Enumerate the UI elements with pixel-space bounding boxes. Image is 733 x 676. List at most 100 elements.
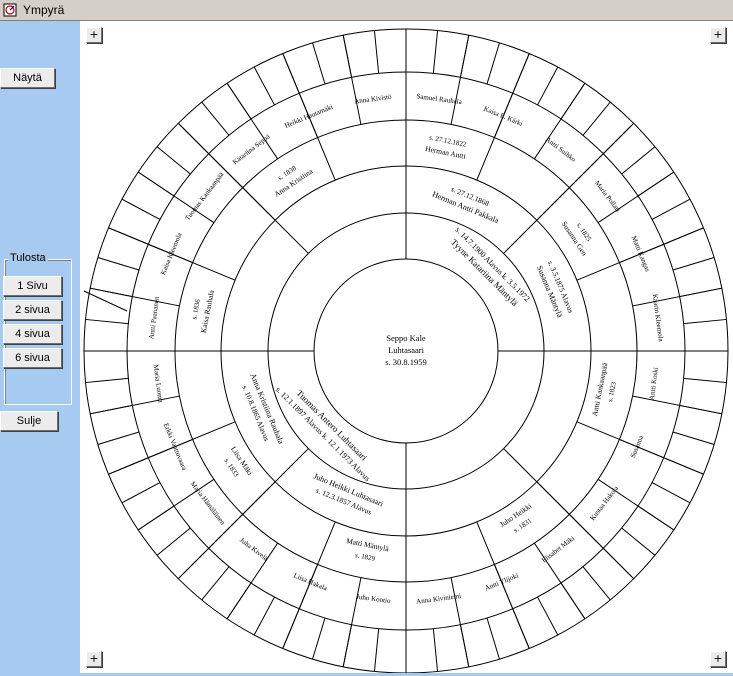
- spoke-line: [679, 287, 722, 298]
- person-name-label: Maria Pollari: [593, 179, 622, 213]
- spoke-line: [432, 30, 439, 74]
- print-1-page-button[interactable]: 1 Sivu: [3, 276, 62, 296]
- spoke-line: [156, 527, 191, 556]
- person-name-label: Katariina Seppä: [231, 132, 272, 166]
- spoke-line: [373, 30, 380, 74]
- spoke-line: [486, 42, 500, 85]
- show-button[interactable]: Näytä: [0, 68, 55, 88]
- person-name-label: Antti Paananen: [147, 296, 161, 340]
- root-person-label: Luhtasaari: [388, 345, 425, 355]
- print-6-pages-button[interactable]: 6 sivua: [3, 348, 62, 368]
- person-name-label: Susanna: [629, 434, 646, 459]
- person-name-label: Juha Kivelä: [238, 536, 270, 563]
- spoke-line: [253, 66, 275, 106]
- person-name-label: Anna Kivistö: [354, 93, 393, 106]
- root-person-label: Seppo Kale: [386, 333, 426, 343]
- print-group-label: Tulosta: [8, 252, 48, 264]
- spoke-line: [683, 377, 727, 384]
- person-name-label: Liisa Hakala: [292, 571, 329, 592]
- person-info-label: s. 1836: [190, 298, 202, 320]
- spoke-line: [602, 547, 635, 580]
- spoke-line: [97, 257, 140, 271]
- print-4-pages-button[interactable]: 4 sivua: [3, 324, 62, 344]
- spoke-line: [621, 146, 656, 175]
- person-name-label: Juho Kontio: [356, 593, 392, 605]
- person-name-label: Heikki Hautamäki: [283, 103, 334, 130]
- spoke-line: [512, 608, 530, 649]
- person-name-label: Kaarin Kleemola: [651, 294, 665, 344]
- person-name-label: Antti Ylijoki: [484, 571, 520, 592]
- person-name-label: Anna Kiviniemi: [416, 592, 462, 606]
- person-name-label: Matti Mäntylä: [345, 536, 390, 553]
- spoke-line: [226, 582, 252, 620]
- close-button[interactable]: Sulje: [0, 411, 58, 431]
- spoke-line: [201, 101, 230, 136]
- spoke-line: [459, 35, 470, 78]
- spoke-line: [312, 42, 326, 85]
- spoke-line: [459, 624, 470, 667]
- spoke-line: [108, 457, 149, 475]
- spoke-line: [177, 122, 210, 155]
- spoke-line: [560, 82, 586, 120]
- person-name-label: Antti Koski: [648, 367, 660, 401]
- spoke-line: [512, 53, 530, 94]
- person-name-label: Kaisa Kleemola: [159, 231, 184, 276]
- spoke-line: [85, 318, 129, 325]
- zoom-in-bottom-left-button[interactable]: +: [86, 651, 102, 667]
- person-info-label: s. 1829: [354, 551, 376, 563]
- spoke-line: [253, 596, 275, 636]
- person-name-label: Erkki Vaattovaara: [162, 422, 189, 472]
- spoke-line: [537, 596, 559, 636]
- spoke-line: [282, 608, 300, 649]
- spoke-line: [651, 198, 691, 220]
- spoke-line: [137, 171, 175, 197]
- spoke-line: [486, 617, 500, 660]
- person-name-label: Samuel Rauhala: [416, 92, 463, 106]
- spoke-line: [672, 257, 715, 271]
- window-titlebar: Ympyrä: [0, 0, 733, 21]
- spoke-line: [226, 82, 252, 120]
- root-person-label: s. 30.8.1959: [385, 357, 427, 367]
- spoke-line: [90, 404, 133, 415]
- zoom-in-top-left-button[interactable]: +: [86, 27, 102, 43]
- spoke-line: [683, 318, 727, 325]
- spoke-line: [282, 53, 300, 94]
- spoke-line: [137, 505, 175, 531]
- spoke-line: [637, 171, 675, 197]
- spoke-line: [602, 122, 635, 155]
- fan-chart: Tyyne Katariina Mäntyläs. 14.7.1900 Alav…: [83, 28, 729, 674]
- spoke-line: [156, 146, 191, 175]
- person-info-label: s. 1823: [606, 381, 618, 403]
- person-name-label: Maria Luoma: [152, 364, 165, 404]
- spoke-line: [679, 404, 722, 415]
- person-name-label: Kustaa Hakola: [589, 484, 621, 522]
- spoke-line: [97, 431, 140, 445]
- window-title: Ympyrä: [23, 3, 65, 17]
- spoke-line: [108, 227, 149, 245]
- person-name-label: Kaisa Rauhala: [199, 289, 216, 334]
- person-name-label: Kaisa E. Kärki: [483, 105, 524, 128]
- spoke-line: [537, 66, 559, 106]
- chart-icon: [3, 3, 17, 17]
- spoke-line: [121, 198, 161, 220]
- spoke-line: [582, 566, 611, 601]
- spoke-line: [201, 566, 230, 601]
- person-name-label: Antti Kankaanpää: [590, 361, 610, 417]
- spoke-line: [90, 287, 133, 298]
- spoke-line: [342, 624, 353, 667]
- fan-chart-canvas: Tyyne Katariina Mäntylä s. 14.7.1900 Alav…: [80, 21, 733, 674]
- spoke-line: [85, 377, 129, 384]
- spoke-line: [121, 482, 161, 504]
- spoke-line: [342, 35, 353, 78]
- spoke-line: [432, 628, 439, 672]
- spoke-line: [560, 582, 586, 620]
- person-name-label: Antti Suihko: [544, 135, 578, 164]
- spoke-line: [663, 227, 704, 245]
- spoke-line: [621, 527, 656, 556]
- zoom-in-bottom-right-button[interactable]: +: [710, 651, 726, 667]
- print-2-pages-button[interactable]: 2 sivua: [3, 300, 62, 320]
- spoke-line: [373, 628, 380, 672]
- person-name-label: Maria Hämäläinen: [189, 480, 227, 527]
- person-name-label: Matti Kangas: [630, 235, 652, 273]
- zoom-in-top-right-button[interactable]: +: [710, 27, 726, 43]
